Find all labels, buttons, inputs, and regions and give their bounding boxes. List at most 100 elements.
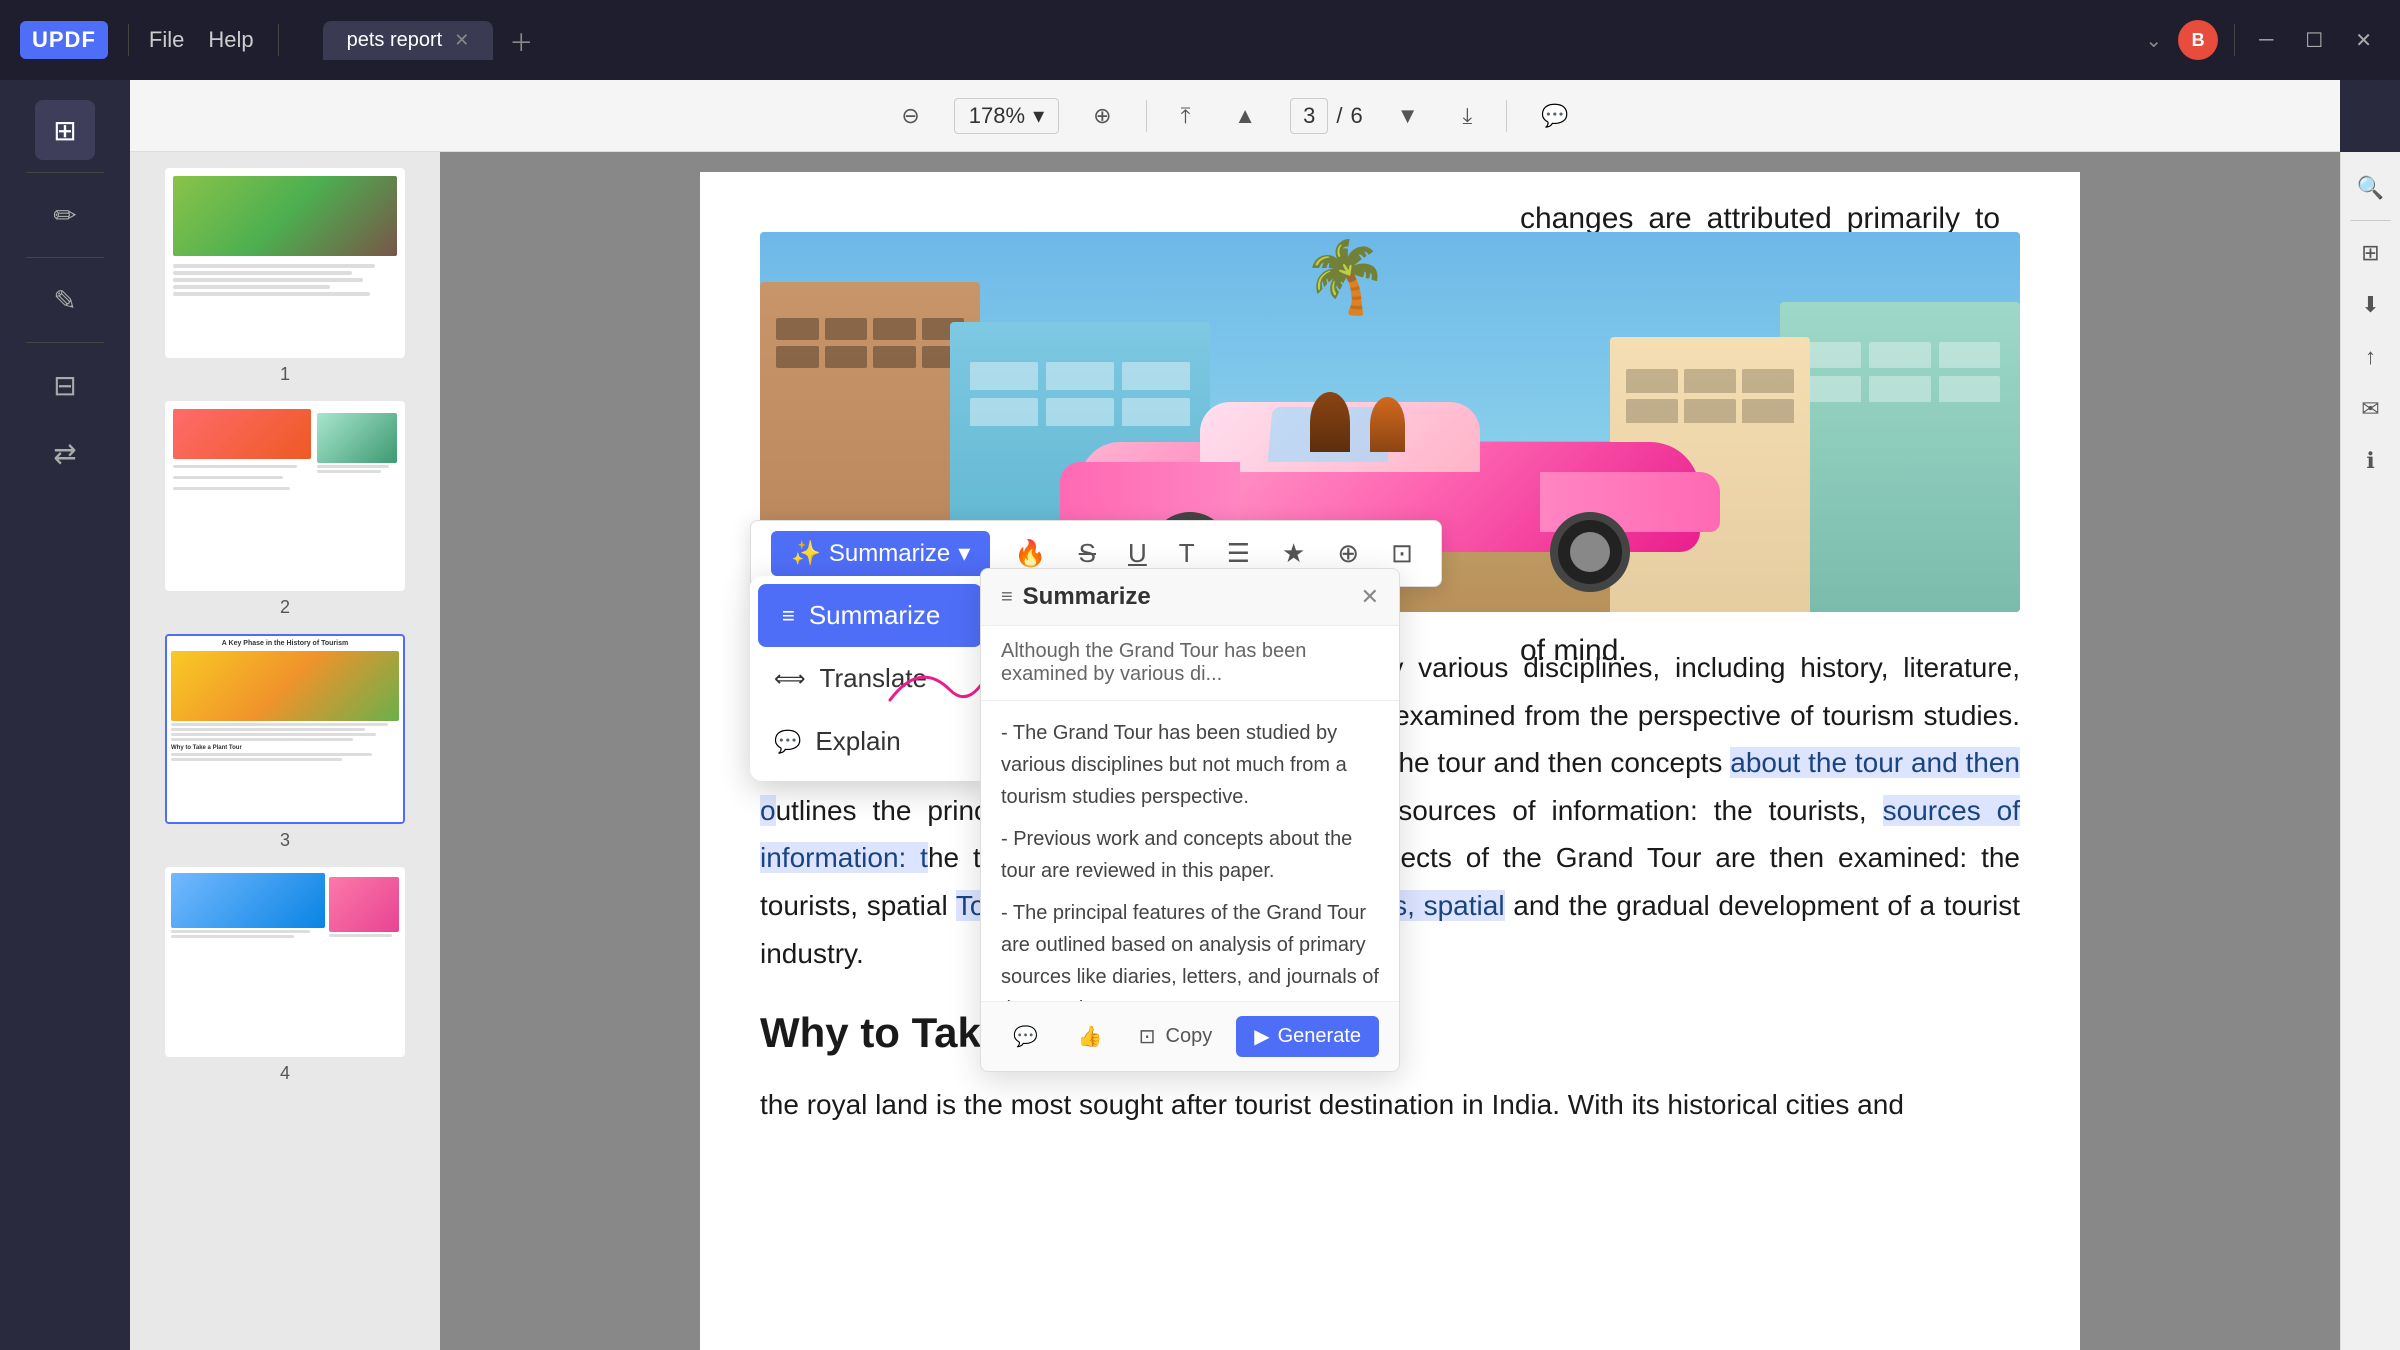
divider3 (2234, 24, 2235, 56)
prev-page-button[interactable]: ▲ (1224, 97, 1266, 135)
thumbnail-2[interactable]: 2 (146, 401, 424, 618)
chevron-icon[interactable]: ⌄ (2145, 28, 2162, 53)
comment-action-button[interactable]: 💬 (1001, 1018, 1050, 1055)
translate-menu-label: Translate (820, 663, 927, 694)
explain-menu-label: Explain (815, 726, 900, 757)
right-sidebar: 🔍 ⊞ ⬇ ↑ ✉ ℹ (2340, 152, 2400, 1350)
right-share-icon[interactable]: ↑ (2351, 337, 2391, 377)
menu-item-explain[interactable]: 💬 Explain (750, 710, 990, 773)
zoom-display[interactable]: 178% ▾ (954, 98, 1059, 134)
page-info: 3 / 6 (1290, 98, 1363, 134)
thumb4-photo1 (171, 873, 325, 928)
summarize-menu-label: Summarize (809, 600, 940, 631)
first-page-button[interactable]: ⤒ (1171, 97, 1201, 135)
right-sep1 (2350, 220, 2391, 221)
tab-close-button[interactable]: ✕ (454, 30, 469, 51)
sep1 (1146, 100, 1147, 132)
thumbsup-action-button[interactable]: 👍 (1066, 1018, 1115, 1055)
body-paragraph-2: the royal land is the most sought after … (760, 1081, 2020, 1129)
thumbnail-3[interactable]: A Key Phase in the History of Tourism Wh… (146, 634, 424, 851)
thumb-num-1: 1 (280, 364, 290, 385)
current-page[interactable]: 3 (1290, 98, 1328, 134)
thumb-img-1 (165, 168, 405, 358)
sidebar-annotate-icon[interactable]: ✏ (35, 185, 95, 245)
last-page-button[interactable]: ⤓ (1452, 97, 1482, 135)
thumb3-photo (171, 651, 399, 721)
close-button[interactable]: ✕ (2347, 28, 2380, 53)
building-right (1780, 302, 2020, 612)
thumb-num-4: 4 (280, 1063, 290, 1084)
toolbar: ⊖ 178% ▾ ⊕ ⤒ ▲ 3 / 6 ▼ ⤓ 💬 (130, 80, 2340, 152)
zoom-level: 178% (969, 103, 1025, 129)
explain-menu-icon: 💬 (774, 729, 801, 755)
zoom-dropdown-icon[interactable]: ▾ (1033, 103, 1044, 129)
avatar[interactable]: B (2178, 20, 2218, 60)
right-info-icon[interactable]: ℹ (2351, 441, 2391, 481)
right-search-icon[interactable]: 🔍 (2351, 168, 2391, 208)
palm-tree: 🌴 (1302, 242, 1389, 312)
thumbnail-panel: 1 2 A Key Phase in (130, 152, 440, 1350)
sidebar-thumbnail-icon[interactable]: ⊞ (35, 100, 95, 160)
generate-button[interactable]: ▶ Generate (1236, 1016, 1379, 1057)
right-export-icon[interactable]: ⬇ (2351, 285, 2391, 325)
thumbnail-4[interactable]: 4 (146, 867, 424, 1084)
comment-button[interactable]: 💬 (1531, 97, 1578, 135)
summarize-menu-icon: ≡ (782, 603, 795, 629)
total-pages: 6 (1350, 103, 1362, 129)
divider (128, 24, 129, 56)
summary-preview-text: Although the Grand Tour has been examine… (981, 626, 1399, 701)
summary-header-icon: ≡ (1001, 586, 1013, 609)
generate-icon: ▶ (1254, 1024, 1269, 1049)
sidebar-sep3 (26, 342, 104, 343)
thumb-img-3: A Key Phase in the History of Tourism Wh… (165, 634, 405, 824)
minimize-button[interactable]: ─ (2251, 29, 2281, 52)
summarize-label: Summarize (829, 540, 950, 568)
summary-close-button[interactable]: ✕ (1361, 584, 1379, 610)
page-separator: / (1336, 103, 1342, 129)
left-sidebar: ⊞ ✏ ✎ ⊟ ⇄ (0, 80, 130, 1350)
sparkle-icon: ✨ (791, 539, 821, 568)
summary-bullet-2: - Previous work and concepts about the t… (1001, 823, 1379, 887)
divider2 (278, 24, 279, 56)
sep2 (1506, 100, 1507, 132)
right-mail-icon[interactable]: ✉ (2351, 389, 2391, 429)
ai-dropdown-menu: ≡ Summarize ⟺ Translate 💬 Explain (750, 576, 990, 781)
sidebar-sep2 (26, 257, 104, 258)
thumbnail-1[interactable]: 1 (146, 168, 424, 385)
tab-pets-report[interactable]: pets report ✕ (323, 21, 494, 60)
menu-item-summarize[interactable]: ≡ Summarize (758, 584, 982, 647)
thumb-img-4 (165, 867, 405, 1057)
copy-button[interactable]: ⊡ Copy (1127, 1018, 1224, 1055)
summary-bullet-1: - The Grand Tour has been studied by var… (1001, 717, 1379, 813)
summary-bullet-3: - The principal features of the Grand To… (1001, 897, 1379, 1001)
translate-menu-icon: ⟺ (774, 666, 806, 692)
menu-file[interactable]: File (149, 27, 184, 53)
app-logo: UPDF (20, 21, 108, 59)
dropdown-arrow: ▾ (958, 539, 970, 568)
thumb4-photo2 (329, 877, 399, 932)
menu-item-translate[interactable]: ⟺ Translate (750, 647, 990, 710)
right-grid-icon[interactable]: ⊞ (2351, 233, 2391, 273)
copy-icon: ⊡ (1139, 1024, 1156, 1049)
sidebar-convert-icon[interactable]: ⇄ (35, 423, 95, 483)
summary-footer: 💬 👍 ⊡ Copy ▶ Generate (981, 1001, 1399, 1071)
maximize-button[interactable]: ☐ (2297, 28, 2331, 53)
thumb1-photo (173, 176, 397, 256)
sidebar-organize-icon[interactable]: ⊟ (35, 355, 95, 415)
thumb2-photo2 (317, 413, 397, 463)
thumbsup-icon: 👍 (1078, 1024, 1103, 1049)
zoom-out-button[interactable]: ⊖ (891, 97, 929, 135)
summary-panel: ≡ Summarize ✕ Although the Grand Tour ha… (980, 568, 1400, 1072)
next-page-button[interactable]: ▼ (1387, 97, 1429, 135)
zoom-in-button[interactable]: ⊕ (1083, 97, 1121, 135)
comment-icon: 💬 (1013, 1024, 1038, 1049)
menu-bar: File Help (149, 27, 254, 53)
summarize-button[interactable]: ✨ Summarize ▾ (771, 531, 990, 576)
tab-title: pets report (347, 29, 443, 52)
summary-title: ≡ Summarize (1001, 583, 1151, 611)
new-tab-button[interactable]: ＋ (501, 19, 541, 62)
summary-body: - The Grand Tour has been studied by var… (981, 701, 1399, 1001)
sidebar-sep1 (26, 172, 104, 173)
menu-help[interactable]: Help (208, 27, 253, 53)
sidebar-edit-icon[interactable]: ✎ (35, 270, 95, 330)
